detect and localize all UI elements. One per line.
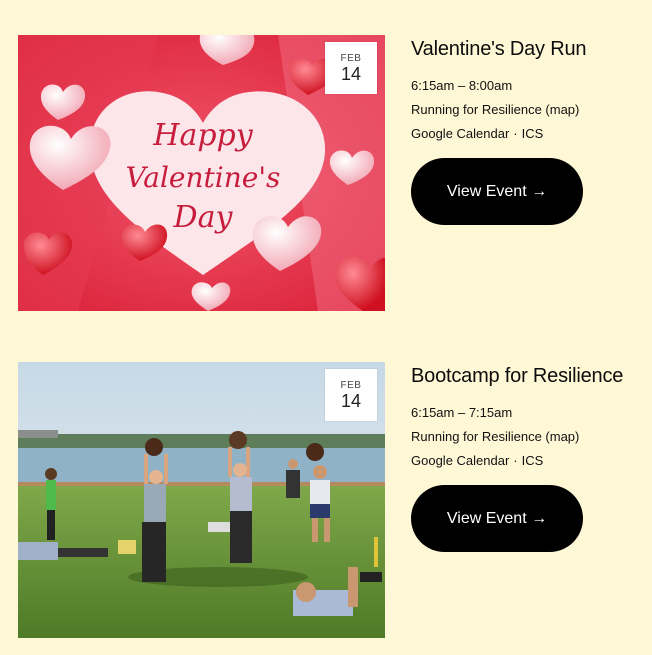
calendar-links: Google Calendar · ICS <box>411 449 641 473</box>
image-text-happy: Happy <box>152 118 253 153</box>
date-month: FEB <box>340 53 362 64</box>
event-time: 6:15am – 8:00am <box>411 78 513 93</box>
view-event-button[interactable]: View Event → <box>411 158 583 225</box>
separator: · <box>513 126 518 141</box>
google-calendar-link[interactable]: Google Calendar <box>411 126 509 141</box>
separator: · <box>513 453 518 468</box>
map-link[interactable]: (map) <box>545 429 579 444</box>
ics-link[interactable]: ICS <box>522 453 544 468</box>
event-title[interactable]: Bootcamp for Resilience <box>411 362 641 389</box>
google-calendar-link[interactable]: Google Calendar <box>411 453 509 468</box>
image-text-day: Day <box>173 200 234 235</box>
map-link[interactable]: (map) <box>545 102 579 117</box>
event-location: Running for Resilience (map) <box>411 98 641 122</box>
ics-link[interactable]: ICS <box>522 126 544 141</box>
view-event-button[interactable]: View Event → <box>411 485 583 552</box>
location-name: Running for Resilience <box>411 102 546 117</box>
date-day: 14 <box>340 391 362 411</box>
event-info: Valentine's Day Run 6:15am – 8:00am Runn… <box>411 35 641 225</box>
event-info: Bootcamp for Resilience 6:15am – 7:15am … <box>411 362 641 552</box>
date-badge: FEB 14 <box>325 369 377 421</box>
date-month: FEB <box>340 380 362 391</box>
event-location: Running for Resilience (map) <box>411 425 641 449</box>
location-name: Running for Resilience <box>411 429 546 444</box>
event-time: 6:15am – 7:15am <box>411 405 513 420</box>
calendar-links: Google Calendar · ICS <box>411 122 641 146</box>
image-text-valentines: Valentine's <box>126 161 281 194</box>
event-title[interactable]: Valentine's Day Run <box>411 35 641 62</box>
date-day: 14 <box>340 64 362 84</box>
date-badge: FEB 14 <box>325 42 377 94</box>
